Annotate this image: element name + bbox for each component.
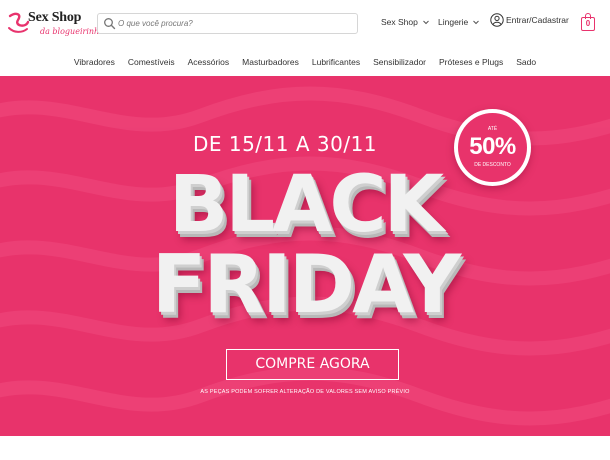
account-link[interactable]: Entrar/Cadastrar [490, 13, 569, 27]
price-disclaimer: AS PEÇAS PODEM SOFRER ALTERAÇÃO DE VALOR… [200, 389, 410, 395]
category-lubrificantes[interactable]: Lubrificantes [312, 57, 360, 67]
category-acessorios[interactable]: Acessórios [188, 57, 230, 67]
page-bottom [0, 436, 610, 460]
category-comestiveis[interactable]: Comestíveis [128, 57, 175, 67]
site-header: Sex Shop da blogueirinha Sex Shop Linger… [0, 0, 610, 48]
discount-badge-percent: 50% [469, 133, 516, 160]
discount-badge-bottom: DE DESCONTO [474, 162, 511, 168]
cart-count: 0 [585, 19, 591, 28]
search-icon[interactable] [103, 17, 116, 30]
logo-title: Sex Shop [28, 10, 82, 25]
category-vibradores[interactable]: Vibradores [74, 57, 115, 67]
search-input[interactable] [118, 15, 354, 32]
chevron-down-icon [473, 20, 480, 25]
account-label: Entrar/Cadastrar [506, 15, 569, 25]
category-proteses-plugs[interactable]: Próteses e Plugs [439, 57, 503, 67]
chevron-down-icon [423, 20, 429, 25]
black-friday-banner[interactable]: DE 15/11 A 30/11 BLACK FRIDAY ATÉ 50% DE… [0, 76, 610, 436]
user-icon [490, 13, 504, 27]
category-sensibilizador[interactable]: Sensibilizador [373, 57, 426, 67]
cart-button[interactable]: 0 [580, 13, 597, 32]
nav-lingerie-label: Lingerie [438, 17, 469, 27]
category-nav: Vibradores Comestíveis Acessórios Mastur… [0, 48, 610, 76]
nav-sex-shop[interactable]: Sex Shop [381, 17, 430, 27]
discount-badge: ATÉ 50% DE DESCONTO [454, 109, 531, 186]
discount-badge-top: ATÉ [487, 126, 498, 132]
nav-lingerie[interactable]: Lingerie [438, 17, 480, 27]
nav-sex-shop-label: Sex Shop [381, 17, 418, 27]
category-masturbadores[interactable]: Masturbadores [242, 57, 299, 67]
search-box [97, 13, 358, 34]
buy-now-button[interactable]: COMPRE AGORA [226, 349, 399, 380]
category-sado[interactable]: Sado [516, 57, 536, 67]
banner-title-friday: FRIDAY [151, 238, 462, 331]
site-logo[interactable]: Sex Shop da blogueirinha [6, 8, 104, 40]
logo-subtitle: da blogueirinha [40, 27, 104, 36]
